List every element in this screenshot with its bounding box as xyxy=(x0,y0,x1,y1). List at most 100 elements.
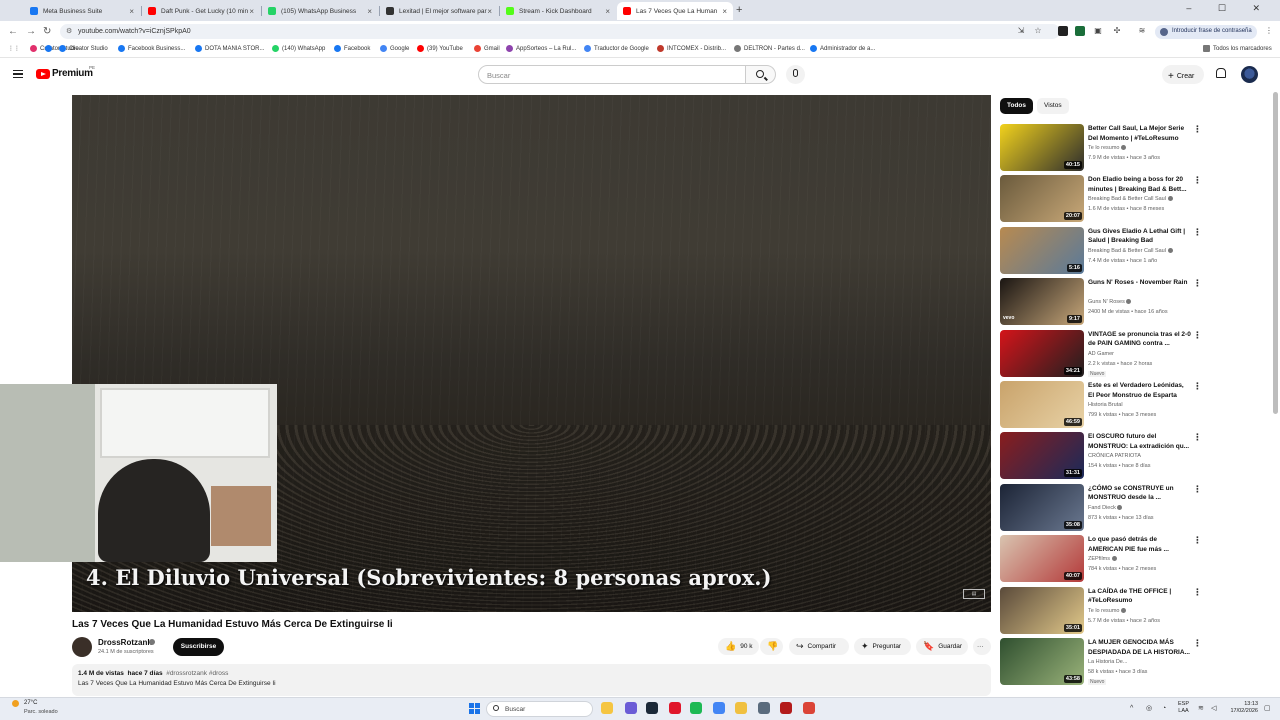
tray-network-icon[interactable]: ◔ xyxy=(1162,705,1169,712)
video-thumbnail[interactable]: 5:16 xyxy=(1000,226,1084,274)
video-thumbnail[interactable]: 40:15 xyxy=(1000,124,1084,171)
copilot-icon[interactable] xyxy=(625,702,637,714)
bookmark-item[interactable]: DELTRON - Partes d... xyxy=(734,45,805,52)
recommendation-channel[interactable]: Guns N' Roses xyxy=(1088,299,1132,305)
recommendation-item[interactable]: 5:16 Gus Gives Eladio A Lethal Gift | Sal… xyxy=(1000,226,1203,275)
file-explorer-icon[interactable] xyxy=(601,702,613,714)
bookmark-item[interactable]: Administrador de a... xyxy=(810,45,875,52)
video-thumbnail[interactable]: 31:31 xyxy=(1000,432,1084,480)
folder-icon[interactable] xyxy=(735,702,747,714)
tab-kick-dashboard[interactable]: Stream - Kick Dashboard × xyxy=(500,2,616,20)
bookmark-item[interactable]: (140) WhatsApp xyxy=(272,45,325,52)
opera-icon[interactable] xyxy=(669,702,681,714)
create-button[interactable]: + Crear xyxy=(1162,65,1204,84)
voice-search-button[interactable] xyxy=(786,65,805,84)
address-bar[interactable]: ⚙ youtube.com/watch?v=iCznjSPkpA0 xyxy=(60,24,1060,39)
language-indicator[interactable]: ESP LAA xyxy=(1178,701,1189,715)
channel-name[interactable]: DrossRotzank xyxy=(98,638,152,647)
reload-icon[interactable]: ↻ xyxy=(43,26,51,37)
recommendation-channel[interactable]: AD Gamer xyxy=(1088,351,1114,357)
extension-icon[interactable] xyxy=(1058,26,1068,36)
recommendation-channel[interactable]: ZEPfilms xyxy=(1088,556,1117,562)
more-options-icon[interactable]: ⋮ xyxy=(1193,227,1202,238)
bookmark-item[interactable]: AppSorteos – La Rul... xyxy=(506,45,576,52)
site-info-icon[interactable]: ⚙ xyxy=(66,27,72,35)
tab-lexitad[interactable]: Lexitad | El mejor software par × xyxy=(380,2,498,20)
more-actions-button[interactable]: ··· xyxy=(973,638,991,655)
recommendation-item[interactable]: 46:59 Este es el Verdadero Leónidas, El P… xyxy=(1000,381,1203,429)
bookmark-item[interactable]: Creator Studio xyxy=(59,45,108,52)
video-thumbnail[interactable]: 46:59 xyxy=(1000,381,1084,428)
tray-chevron-icon[interactable]: ^ xyxy=(1130,705,1137,712)
tab-current-video[interactable]: Las 7 Veces Que La Human × xyxy=(617,2,733,20)
recommendation-item[interactable]: 31:31 El OSCURO futuro del MONSTRUO: La e… xyxy=(1000,432,1203,480)
chrome-alt-icon[interactable] xyxy=(803,702,815,714)
recommendation-item[interactable]: 40:15 Better Call Saul, La Mejor Serie De… xyxy=(1000,124,1203,172)
close-tab-icon[interactable]: × xyxy=(722,7,727,16)
recommendation-item[interactable]: 43:58 LA MUJER GENOCIDA MÁS DESPIADADA DE… xyxy=(1000,638,1203,686)
recommendation-item[interactable]: 20:07 Don Eladio being a boss for 20 minu… xyxy=(1000,175,1203,223)
password-chip[interactable]: Introducir frase de contraseña xyxy=(1155,25,1257,39)
recommendation-item[interactable]: 35:08 ¿CÓMO se CONSTRUYE un MONSTRUO desd… xyxy=(1000,483,1203,532)
more-options-icon[interactable]: ⋮ xyxy=(1193,381,1202,392)
video-thumbnail[interactable]: 40:07 xyxy=(1000,535,1084,583)
search-button[interactable] xyxy=(746,65,776,84)
more-options-icon[interactable]: ⋮ xyxy=(1193,124,1202,135)
extension-green-icon[interactable] xyxy=(1075,26,1085,36)
recommendation-channel[interactable]: Te lo resumo xyxy=(1088,145,1127,151)
bookmark-item[interactable]: INTCOMEX - Distrib... xyxy=(657,45,726,52)
recommendation-channel[interactable]: Breaking Bad & Better Call Saul xyxy=(1088,248,1173,254)
weather-temp[interactable]: 27°C xyxy=(24,700,37,706)
tab-meta-business-suite[interactable]: Meta Business Suite × xyxy=(24,2,140,20)
filezilla-icon[interactable] xyxy=(780,702,792,714)
tab-whatsapp-business[interactable]: (105) WhatsApp Business × xyxy=(262,2,378,20)
bookmark-item[interactable]: Facebook xyxy=(334,45,370,52)
spotify-icon[interactable] xyxy=(690,702,702,714)
recommendation-title[interactable]: El OSCURO futuro del MONSTRUO: La extrad… xyxy=(1088,432,1191,451)
recommendation-item[interactable]: 40:07 Lo que pasó detrás de AMERICAN PIE … xyxy=(1000,535,1203,583)
bookmark-item[interactable]: Facebook Business... xyxy=(118,45,185,52)
recommendation-item[interactable]: 9:17 Guns N' Roses - November Rain Guns N'… xyxy=(1000,278,1203,326)
bookmark-item[interactable]: Gmail xyxy=(474,45,500,52)
extensions-puzzle-icon[interactable]: ✣ xyxy=(1112,26,1122,36)
taskbar-search[interactable]: Buscar xyxy=(486,701,593,717)
recommendation-title[interactable]: Guns N' Roses - November Rain xyxy=(1088,278,1191,288)
chip-watched[interactable]: Vistos xyxy=(1037,98,1069,114)
recommendation-title[interactable]: Este es el Verdadero Leónidas, El Peor M… xyxy=(1088,381,1191,400)
recommendation-channel[interactable]: La Historia De... xyxy=(1088,659,1127,665)
close-tab-icon[interactable]: × xyxy=(129,7,134,16)
video-thumbnail[interactable]: 43:58 xyxy=(1000,638,1084,685)
steam-icon[interactable] xyxy=(646,702,658,714)
bookmark-item[interactable]: DOTA MANIA STOR... xyxy=(195,45,264,52)
recommendation-channel[interactable]: Te lo resumo xyxy=(1088,608,1127,614)
recommendation-title[interactable]: Better Call Saul, La Mejor Serie Del Mom… xyxy=(1088,124,1191,143)
extension-tablet-icon[interactable]: ▣ xyxy=(1093,26,1103,36)
youtube-brand[interactable]: Premium xyxy=(52,68,93,79)
more-options-icon[interactable]: ⋮ xyxy=(1193,432,1202,443)
new-tab-button[interactable]: + xyxy=(736,4,742,16)
chrome-icon[interactable] xyxy=(713,702,725,714)
recommendation-title[interactable]: ¿CÓMO se CONSTRUYE un MONSTRUO desde la … xyxy=(1088,484,1191,503)
more-options-icon[interactable]: ⋮ xyxy=(1193,330,1202,341)
bookmark-item[interactable]: (39) YouTube xyxy=(417,45,463,52)
share-button[interactable]: ↪ Compartir xyxy=(789,638,849,655)
app-icon[interactable] xyxy=(758,702,770,714)
tab-daft-punk[interactable]: Daft Punk - Get Lucky (10 min × xyxy=(142,2,260,20)
start-button[interactable] xyxy=(469,703,480,714)
more-options-icon[interactable]: ⋮ xyxy=(1193,638,1202,649)
install-icon[interactable]: ⇲ xyxy=(1016,26,1026,36)
all-bookmarks[interactable]: Todos los marcadores xyxy=(1203,45,1272,52)
recommendation-channel[interactable]: Historia Brutal xyxy=(1088,402,1123,408)
dislike-button[interactable]: 👎 xyxy=(760,638,783,655)
recommendation-title[interactable]: LA MUJER GENOCIDA MÁS DESPIADADA DE LA H… xyxy=(1088,638,1191,657)
cast-icon[interactable]: ≋ xyxy=(1137,26,1147,36)
account-avatar[interactable] xyxy=(1241,66,1258,83)
recommendation-title[interactable]: Don Eladio being a boss for 20 minutes |… xyxy=(1088,175,1191,194)
recommendation-title[interactable]: La CAÍDA de THE OFFICE | #TeLoResumo xyxy=(1088,587,1191,606)
more-options-icon[interactable]: ⋮ xyxy=(1193,278,1202,289)
more-options-icon[interactable]: ⋮ xyxy=(1193,484,1202,495)
recommendation-item[interactable]: 34:21 VINTAGE se pronuncia tras el 2-0 de… xyxy=(1000,329,1203,378)
back-icon[interactable]: ← xyxy=(8,26,18,37)
recommendation-title[interactable]: Gus Gives Eladio A Lethal Gift | Salud |… xyxy=(1088,227,1191,246)
search-input[interactable]: Buscar xyxy=(478,65,746,84)
